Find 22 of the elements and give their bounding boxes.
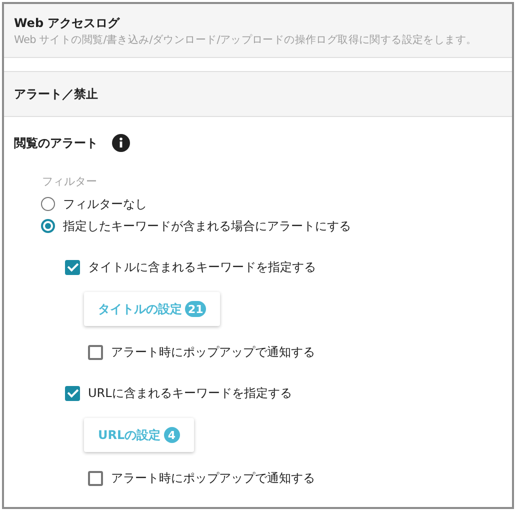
- radio-button[interactable]: [41, 197, 55, 211]
- radio-button[interactable]: [41, 219, 55, 233]
- page-title: Web アクセスログ: [14, 15, 121, 32]
- filter-label: フィルター: [42, 175, 98, 189]
- settings-button[interactable]: URLの設定 4: [84, 418, 194, 452]
- section-title: アラート／禁止: [14, 86, 99, 102]
- count-badge: 21: [185, 301, 206, 317]
- settings-button[interactable]: タイトルの設定 21: [84, 292, 220, 326]
- page-description: Web サイトの閲覧/書き込み/ダウンロード/アップロードの操作ログ取得に関する設定をします。: [14, 33, 478, 48]
- checkbox-label: アラート時にポップアップで通知する: [111, 344, 315, 360]
- checkbox-label: タイトルに含まれるキーワードを指定する: [88, 259, 316, 275]
- radio-label: フィルターなし: [63, 196, 147, 212]
- checkbox[interactable]: [65, 260, 80, 274]
- info-icon: [112, 134, 130, 152]
- checkbox[interactable]: [88, 344, 103, 360]
- checkbox-label: アラート時にポップアップで通知する: [111, 470, 315, 486]
- checkbox[interactable]: [65, 386, 80, 400]
- radio-label: 指定したキーワードが含まれる場合にアラートにする: [63, 218, 351, 234]
- checkbox-label: URLに含まれるキーワードを指定する: [88, 385, 292, 401]
- group-title: 閲覧のアラート: [14, 134, 98, 152]
- checkbox[interactable]: [88, 470, 103, 486]
- count-badge: 4: [164, 427, 180, 443]
